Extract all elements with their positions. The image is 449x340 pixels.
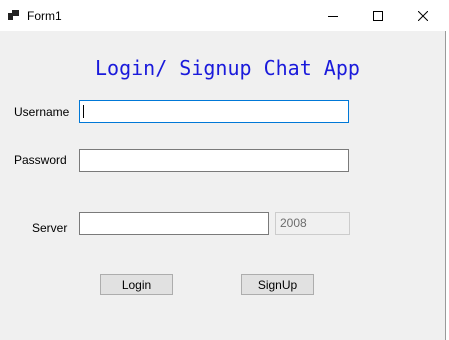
close-icon xyxy=(418,10,428,21)
maximize-icon xyxy=(373,10,383,21)
window-title: Form1 xyxy=(27,9,62,23)
login-button[interactable]: Login xyxy=(100,274,173,295)
app-icon xyxy=(8,10,20,21)
main-window: Form1 Login/ Signup Chat App Username Pa… xyxy=(0,0,446,340)
password-label: Password xyxy=(14,153,67,167)
username-field[interactable] xyxy=(79,100,349,123)
username-label: Username xyxy=(14,105,70,119)
server-field[interactable] xyxy=(79,212,269,235)
minimize-icon xyxy=(328,15,338,17)
maximize-button[interactable] xyxy=(355,0,401,31)
server-label: Server xyxy=(32,221,68,235)
page-title: Login/ Signup Chat App xyxy=(95,56,360,80)
text-caret xyxy=(83,105,84,118)
password-field[interactable] xyxy=(79,149,349,172)
title-bar[interactable]: Form1 xyxy=(0,0,446,31)
port-value: 2008 xyxy=(280,216,307,230)
minimize-button[interactable] xyxy=(310,0,356,31)
port-field: 2008 xyxy=(275,212,350,235)
close-button[interactable] xyxy=(400,0,446,31)
signup-button[interactable]: SignUp xyxy=(241,274,314,295)
